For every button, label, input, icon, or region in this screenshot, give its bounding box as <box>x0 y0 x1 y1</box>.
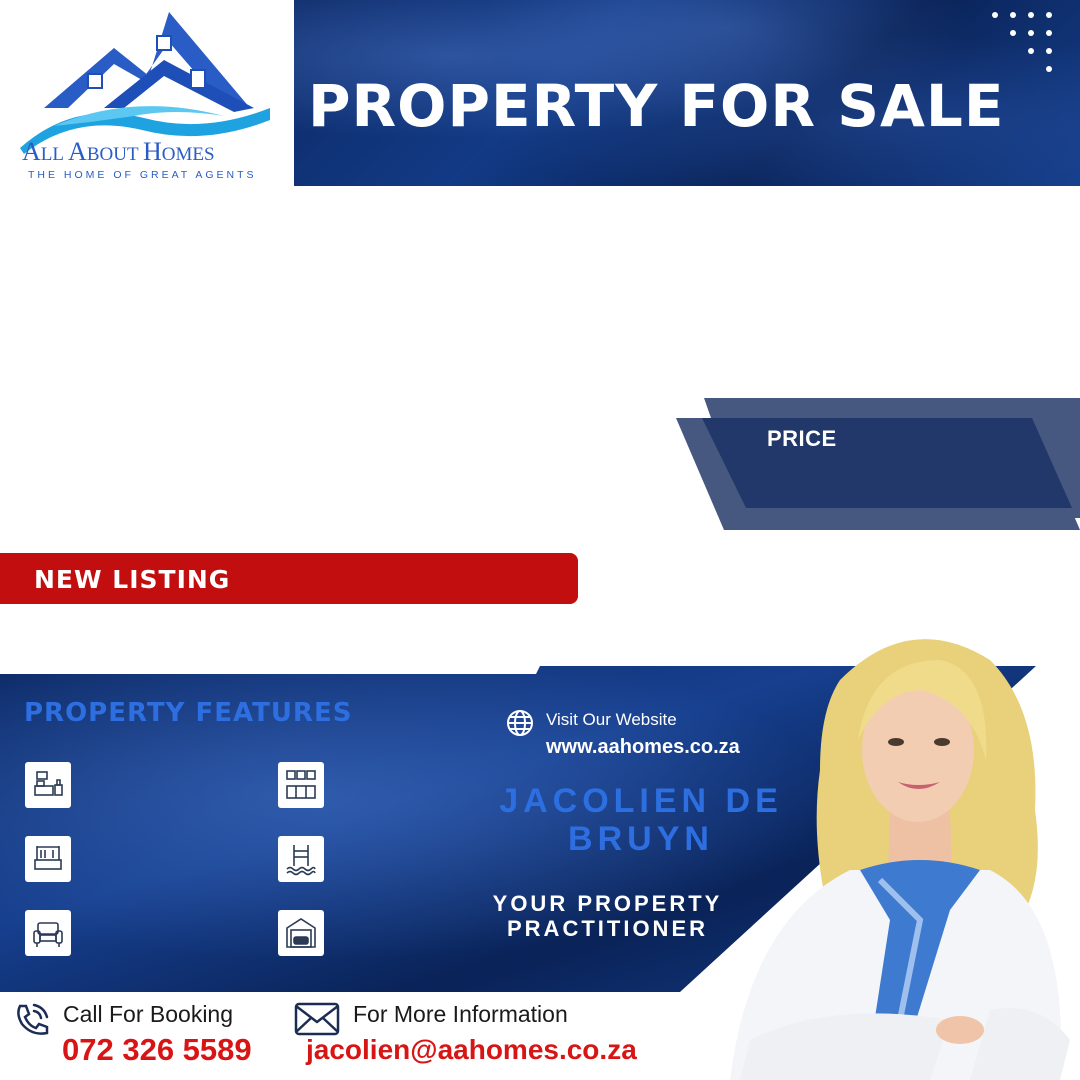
new-listing-banner: NEW LISTING <box>0 553 578 604</box>
lounge-icon <box>25 910 71 956</box>
header-banner: PROPERTY FOR SALE <box>294 0 1080 186</box>
call-label: Call For Booking <box>63 1001 234 1027</box>
envelope-icon <box>294 1002 340 1036</box>
phone-number[interactable]: 072 326 5589 <box>62 1032 252 1068</box>
agent-photo <box>730 639 1070 1080</box>
price-box <box>676 398 1080 530</box>
info-label: For More Information <box>353 1001 568 1027</box>
bedroom-icon <box>25 762 71 808</box>
features-title: PROPERTY FEATURES <box>24 698 353 728</box>
dots-decoration-icon <box>992 12 1052 72</box>
globe-icon <box>507 710 533 736</box>
brand-logo: ALL ABOUT HOMES THE HOME OF GREAT AGENTS <box>14 8 276 188</box>
price-label: PRICE <box>767 426 837 451</box>
pool-icon <box>278 836 324 882</box>
new-listing-label: NEW LISTING <box>34 565 231 594</box>
email-link[interactable]: jacolien@aahomes.co.za <box>306 1034 637 1066</box>
page-title: PROPERTY FOR SALE <box>308 72 1005 140</box>
phone-icon <box>17 1003 49 1035</box>
garage-icon <box>278 910 324 956</box>
brand-tagline: THE HOME OF GREAT AGENTS <box>28 169 257 181</box>
kitchen-icon <box>278 762 324 808</box>
bathroom-icon <box>25 836 71 882</box>
website-label: Visit Our Website <box>546 710 677 729</box>
house-logo-icon: ALL ABOUT HOMES THE HOME OF GREAT AGENTS <box>20 12 270 181</box>
brand-name: ALL ABOUT HOMES <box>22 137 215 166</box>
